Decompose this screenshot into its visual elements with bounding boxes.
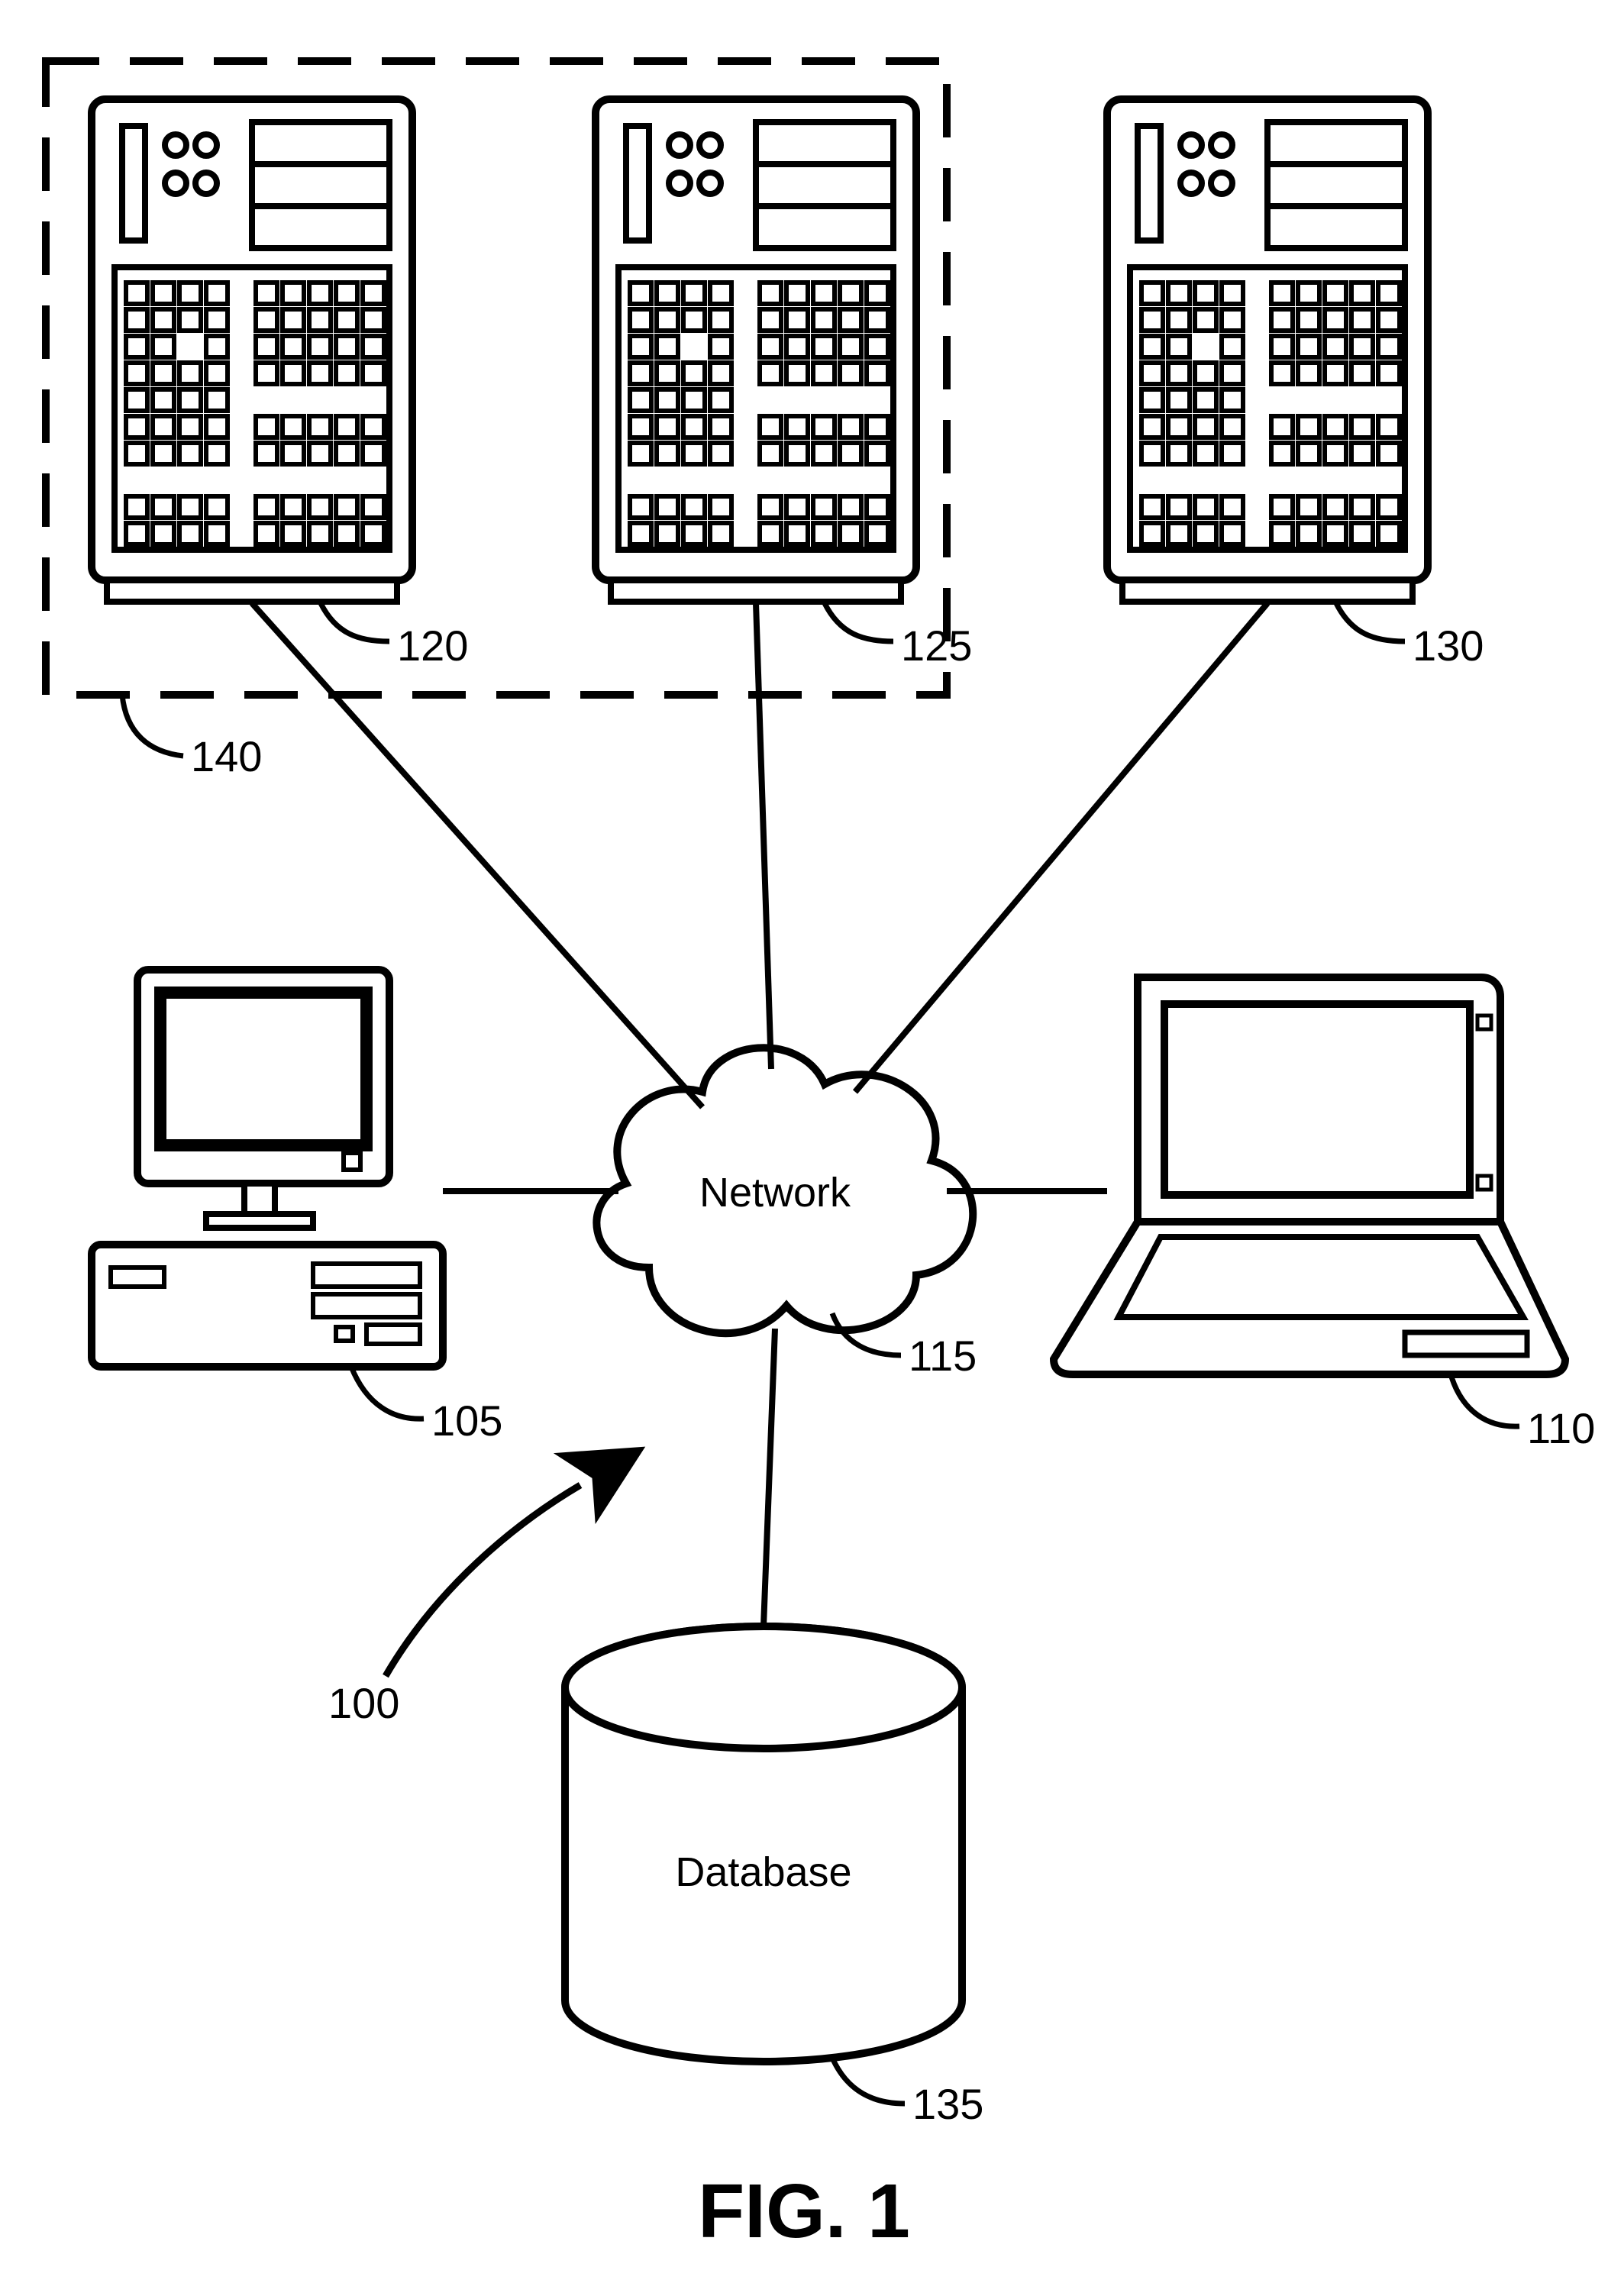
- ref-105: 105: [431, 1397, 502, 1445]
- ref-130: 130: [1413, 622, 1484, 670]
- ref-140: 140: [191, 732, 262, 780]
- lead-135: [832, 2058, 905, 2104]
- server-2-icon: [596, 99, 916, 602]
- lead-130: [1336, 603, 1405, 641]
- server-3-icon: [1107, 99, 1428, 602]
- laptop-icon: [1054, 977, 1565, 1374]
- desktop-icon: [92, 970, 443, 1367]
- ref-135: 135: [912, 2080, 983, 2128]
- lead-110: [1451, 1374, 1519, 1426]
- network-label: Network: [699, 1170, 851, 1216]
- ref-110: 110: [1527, 1404, 1595, 1452]
- lead-125: [825, 603, 893, 641]
- lead-120: [321, 603, 389, 641]
- lead-105: [351, 1367, 424, 1419]
- ref-125: 125: [901, 622, 972, 670]
- database-label: Database: [675, 1849, 851, 1895]
- database-icon: [565, 1626, 962, 2062]
- server-1-icon: [92, 99, 412, 602]
- lead-140: [122, 695, 183, 756]
- figure-title: FIG. 1: [698, 2168, 910, 2254]
- lead-100: [386, 1485, 580, 1676]
- ref-115: 115: [909, 1332, 977, 1380]
- ref-100: 100: [328, 1679, 399, 1727]
- ref-120: 120: [397, 622, 468, 670]
